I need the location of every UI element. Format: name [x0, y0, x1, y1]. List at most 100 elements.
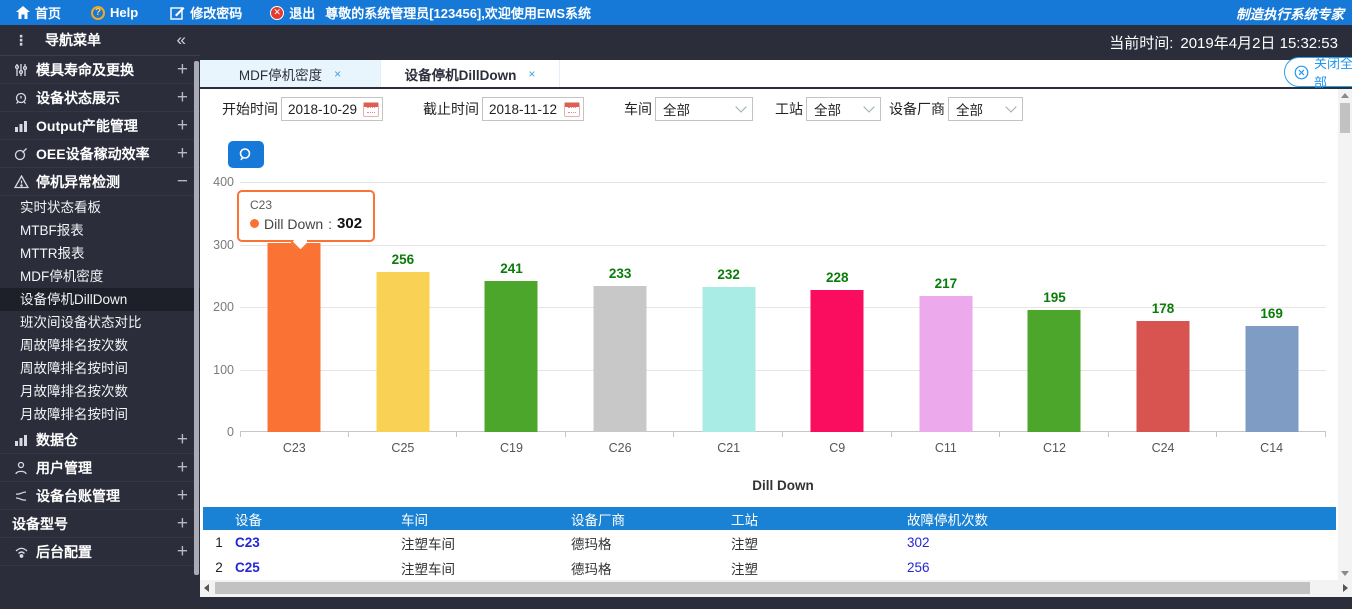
sidebar-item[interactable]: MDF停机密度	[0, 265, 200, 288]
start-date-input[interactable]: 2018-10-29	[281, 97, 383, 121]
bar-C12[interactable]	[1028, 310, 1081, 432]
calendar-icon[interactable]	[363, 102, 379, 117]
x-axis-category-label: C21	[674, 441, 783, 455]
vendor-cell: 德玛格	[571, 533, 731, 553]
chevron-down-icon	[863, 101, 874, 112]
tooltip-separator: :	[328, 216, 332, 232]
vendor-cell: 德玛格	[571, 558, 731, 578]
collapse-sidebar-icon[interactable]: «	[177, 30, 186, 50]
vertical-scrollbar[interactable]	[1338, 89, 1352, 580]
wifi-icon	[12, 545, 30, 559]
station-select[interactable]: 全部	[806, 97, 881, 121]
tab-mdf-downtime-density[interactable]: MDF停机密度 ×	[200, 60, 380, 87]
bar-chart-icon	[12, 119, 30, 133]
close-tab-icon[interactable]: ×	[334, 67, 341, 81]
end-date-input[interactable]: 2018-11-12	[482, 97, 584, 121]
sidebar-item[interactable]: 班次间设备状态对比	[0, 311, 200, 334]
close-all-tabs-button[interactable]: 关闭全部	[1284, 57, 1352, 87]
y-axis-tick-label: 0	[227, 425, 234, 439]
bar-C11[interactable]	[919, 296, 972, 432]
expand-icon[interactable]: +	[177, 458, 188, 477]
expand-icon[interactable]: +	[177, 60, 188, 79]
expand-icon[interactable]: +	[177, 542, 188, 561]
calendar-icon[interactable]	[564, 102, 580, 117]
bar-C24[interactable]	[1137, 321, 1190, 432]
expand-icon[interactable]: +	[177, 514, 188, 533]
sidebar-section-user-mgmt[interactable]: 用户管理 +	[0, 454, 200, 482]
bar-slot: 232	[674, 182, 783, 432]
bar-C9[interactable]	[811, 290, 864, 433]
scroll-up-arrow-icon[interactable]	[1341, 93, 1349, 98]
bar-C25[interactable]	[376, 272, 429, 432]
bar-C19[interactable]	[485, 281, 538, 432]
sidebar-scrollbar-thumb[interactable]	[194, 61, 199, 575]
bar-value-label: 232	[717, 267, 740, 282]
close-all-label: 关闭全部	[1314, 53, 1352, 91]
horizontal-scrollbar-thumb[interactable]	[215, 582, 1310, 594]
sidebar-section-downtime-detect[interactable]: 停机异常检测 −	[0, 168, 200, 196]
scroll-left-arrow-icon[interactable]	[204, 584, 209, 592]
x-axis-labels: C23C25C19C26C21C9C11C12C24C14	[240, 441, 1326, 455]
vertical-scrollbar-thumb[interactable]	[1340, 103, 1350, 133]
expand-icon[interactable]: +	[177, 430, 188, 449]
change-password-button[interactable]: 修改密码	[170, 3, 242, 22]
close-tab-icon[interactable]: ×	[528, 67, 535, 81]
sidebar-section-oee[interactable]: OEE设备稼动效率 +	[0, 140, 200, 168]
sidebar-section-data-warehouse[interactable]: 数据仓 +	[0, 426, 200, 454]
x-axis-category-label: C25	[349, 441, 458, 455]
bar-value-label: 169	[1260, 306, 1283, 321]
magnifier-icon	[238, 147, 254, 163]
section-label: 用户管理	[36, 458, 92, 478]
bar-C26[interactable]	[594, 286, 647, 432]
workshop-label: 车间	[624, 99, 652, 119]
main-content: 开始时间 2018-10-29 截止时间 2018-11-12 车间 全部 工站…	[200, 89, 1338, 580]
downtime-count[interactable]: 302	[907, 535, 1336, 550]
row-index: 1	[203, 535, 235, 550]
end-date-value: 2018-11-12	[489, 102, 564, 117]
sidebar-section-mold-life[interactable]: 模具寿命及更换 +	[0, 56, 200, 84]
station-label: 工站	[775, 99, 803, 119]
sidebar-section-output[interactable]: Output产能管理 +	[0, 112, 200, 140]
bar-C21[interactable]	[702, 287, 755, 432]
horizontal-scrollbar[interactable]	[200, 580, 1352, 597]
tooltip-series-line: Dill Down : 302	[250, 215, 362, 232]
home-button[interactable]: 首页	[16, 3, 61, 22]
device-link[interactable]: C25	[235, 560, 401, 575]
bar-C14[interactable]	[1245, 326, 1298, 432]
downtime-count[interactable]: 256	[907, 560, 1336, 575]
bar-C23[interactable]	[268, 243, 321, 432]
row-index: 2	[203, 560, 235, 575]
sidebar-item[interactable]: 周故障排名按时间	[0, 357, 200, 380]
sidebar-item[interactable]: 设备停机DillDown	[0, 288, 200, 311]
collapse-icon[interactable]: −	[177, 172, 188, 191]
expand-icon[interactable]: +	[177, 486, 188, 505]
sidebar-item[interactable]: 实时状态看板	[0, 196, 200, 219]
sidebar-section-backend-config[interactable]: 后台配置 +	[0, 538, 200, 566]
workshop-cell: 注塑车间	[401, 558, 571, 578]
tab-device-drilldown[interactable]: 设备停机DillDown ×	[380, 60, 560, 87]
expand-icon[interactable]: +	[177, 116, 188, 135]
warning-icon	[12, 175, 30, 189]
x-axis-category-label: C23	[240, 441, 349, 455]
sidebar-item[interactable]: 月故障排名按次数	[0, 380, 200, 403]
sidebar-item[interactable]: MTTR报表	[0, 242, 200, 265]
sidebar-section-device-model[interactable]: 设备型号 +	[0, 510, 200, 538]
sidebar-item[interactable]: 周故障排名按次数	[0, 334, 200, 357]
scroll-down-arrow-icon[interactable]	[1341, 571, 1349, 576]
logout-button[interactable]: ✕ 退出	[270, 3, 315, 22]
vendor-select[interactable]: 全部	[948, 97, 1023, 121]
sidebar-item[interactable]: MTBF报表	[0, 219, 200, 242]
scroll-right-arrow-icon[interactable]	[1343, 584, 1348, 592]
expand-icon[interactable]: +	[177, 144, 188, 163]
sidebar-section-equipment-ledger[interactable]: 设备台账管理 +	[0, 482, 200, 510]
help-button[interactable]: ? Help	[91, 5, 138, 20]
sidebar-item[interactable]: 月故障排名按时间	[0, 403, 200, 426]
workshop-select[interactable]: 全部	[655, 97, 753, 121]
section-label: 数据仓	[36, 430, 78, 450]
sidebar-submenu: 实时状态看板MTBF报表MTTR报表MDF停机密度设备停机DillDown班次间…	[0, 196, 200, 426]
sidebar-section-device-status[interactable]: 设备状态展示 +	[0, 84, 200, 112]
expand-icon[interactable]: +	[177, 88, 188, 107]
device-link[interactable]: C23	[235, 535, 401, 550]
bar-value-label: 228	[826, 270, 849, 285]
search-button[interactable]	[228, 141, 264, 168]
